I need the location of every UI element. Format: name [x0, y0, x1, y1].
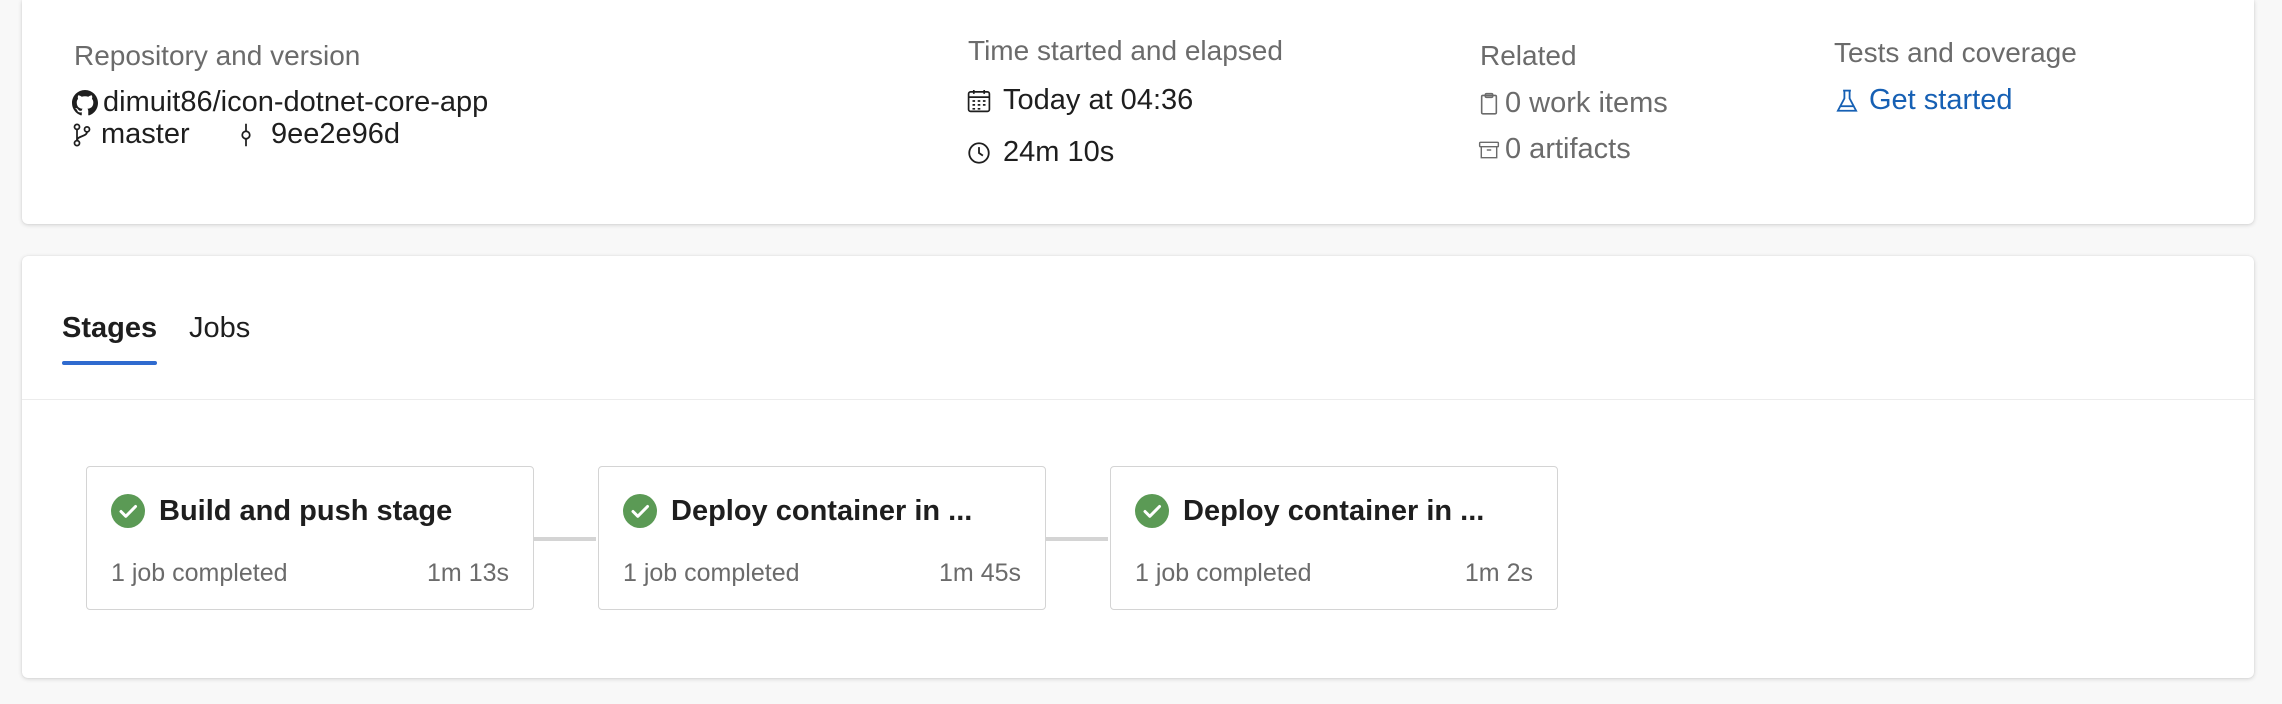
tabs-divider — [22, 399, 2254, 400]
work-items-count: 0 work items — [1505, 87, 1668, 119]
artifacts-count: 0 artifacts — [1505, 133, 1631, 165]
related-section: Related — [1480, 40, 1577, 72]
commit-icon — [236, 122, 256, 148]
stage-name: Deploy container in ... — [671, 495, 973, 527]
repository-link[interactable]: dimuit86/icon-dotnet-core-app — [72, 86, 488, 119]
stage-connector — [532, 537, 596, 541]
commit-info[interactable]: 9ee2e96d — [236, 118, 400, 151]
work-items-link[interactable]: 0 work items — [1478, 87, 1668, 120]
stages-card: Stages Jobs Build and push stage 1 job c… — [22, 256, 2254, 678]
artifacts-link[interactable]: 0 artifacts — [1478, 133, 1631, 166]
stage-card[interactable]: Deploy container in ... 1 job completed … — [1110, 466, 1558, 610]
tests-section-title: Tests and coverage — [1834, 37, 2077, 68]
tests-section: Tests and coverage — [1834, 37, 2077, 69]
check-circle-icon — [1135, 494, 1169, 528]
time-elapsed: 24m 10s — [966, 136, 1114, 169]
calendar-icon — [966, 88, 992, 114]
stage-status: 1 job completed — [1135, 559, 1312, 587]
tab-stages[interactable]: Stages — [62, 312, 157, 345]
stage-duration: 1m 45s — [939, 559, 1021, 587]
get-started-link[interactable]: Get started — [1834, 84, 2012, 117]
time-started-value: Today at 04:36 — [1003, 84, 1194, 116]
stage-card[interactable]: Deploy container in ... 1 job completed … — [598, 466, 1046, 610]
stage-card[interactable]: Build and push stage 1 job completed 1m … — [86, 466, 534, 610]
clock-icon — [966, 140, 992, 166]
repository-section: Repository and version — [74, 40, 360, 72]
repository-name: dimuit86/icon-dotnet-core-app — [103, 86, 489, 118]
related-section-title: Related — [1480, 40, 1577, 71]
stage-connector — [1044, 537, 1108, 541]
commit-hash: 9ee2e96d — [271, 118, 401, 150]
branch-info[interactable]: master — [72, 118, 190, 151]
stage-name: Deploy container in ... — [1183, 495, 1485, 527]
tab-jobs[interactable]: Jobs — [189, 312, 250, 345]
stage-status: 1 job completed — [623, 559, 800, 587]
check-circle-icon — [111, 494, 145, 528]
branch-name: master — [101, 118, 190, 150]
branch-icon — [72, 122, 92, 148]
get-started-label: Get started — [1869, 84, 2013, 116]
time-elapsed-value: 24m 10s — [1003, 136, 1115, 168]
github-icon — [72, 89, 98, 116]
artifact-box-icon — [1478, 137, 1500, 163]
check-circle-icon — [623, 494, 657, 528]
active-tab-indicator — [62, 361, 157, 365]
time-section: Time started and elapsed — [968, 35, 1283, 67]
stage-duration: 1m 13s — [427, 559, 509, 587]
run-summary-card: Repository and version dimuit86/icon-dot… — [22, 0, 2254, 224]
stage-name: Build and push stage — [159, 495, 453, 527]
stage-duration: 1m 2s — [1464, 559, 1533, 587]
time-section-title: Time started and elapsed — [968, 35, 1283, 66]
time-started: Today at 04:36 — [966, 84, 1193, 117]
stage-status: 1 job completed — [111, 559, 288, 587]
repository-section-title: Repository and version — [74, 40, 361, 71]
flask-icon — [1834, 88, 1860, 114]
clipboard-icon — [1478, 91, 1500, 117]
